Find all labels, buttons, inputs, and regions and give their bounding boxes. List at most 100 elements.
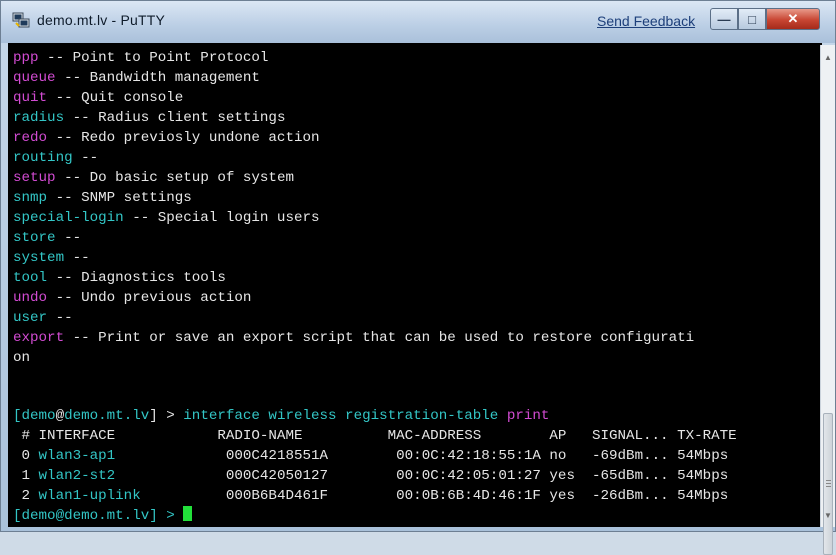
command-name: quit xyxy=(13,90,48,106)
command-description: -- xyxy=(55,230,82,246)
prompt-close: ] > xyxy=(149,408,184,424)
title-bar[interactable]: demo.mt.lv - PuTTY Send Feedback — □ ✕ xyxy=(1,1,835,43)
command-description: -- xyxy=(72,150,99,166)
command-description: -- Undo previous action xyxy=(47,290,252,306)
prompt-user: demo xyxy=(21,408,56,424)
command-name: tool xyxy=(13,270,48,286)
scroll-up-icon[interactable]: ▲ xyxy=(824,53,832,62)
grip-icon xyxy=(826,483,831,484)
interface-name: wlan1-uplink xyxy=(38,488,141,504)
command-description: -- SNMP settings xyxy=(47,190,192,206)
command-name: snmp xyxy=(13,190,48,206)
command-name: user xyxy=(13,310,48,326)
entered-command: interface wireless registration-table xyxy=(183,408,499,424)
mac-address: 00:0B:6B:4D:46:1F xyxy=(396,488,541,504)
putty-icon xyxy=(12,12,30,28)
maximize-button[interactable]: □ xyxy=(738,8,766,30)
mac-address: 00:0C:42:05:01:27 xyxy=(396,468,541,484)
command-name: undo xyxy=(13,290,48,306)
window-title: demo.mt.lv - PuTTY xyxy=(37,12,166,28)
close-icon: ✕ xyxy=(787,11,799,26)
mac-address: 00:0C:42:18:55:1A xyxy=(396,448,541,464)
radio-name: 000C4218551A xyxy=(225,448,329,464)
command-name: routing xyxy=(13,150,73,166)
command-description: -- Quit console xyxy=(47,90,184,106)
row-number: 1 xyxy=(13,468,31,484)
send-feedback-link[interactable]: Send Feedback xyxy=(597,13,695,29)
help-line: system -- xyxy=(13,248,90,268)
terminal-screen[interactable]: ppp -- Point to Point Protocol queue -- … xyxy=(9,45,820,525)
signal-value: -69dBm... xyxy=(592,448,669,464)
command-description: -- xyxy=(47,310,73,326)
tx-rate: 54Mbps xyxy=(677,468,729,484)
help-line: ppp -- Point to Point Protocol xyxy=(13,48,268,68)
entered-command-verb: print xyxy=(506,408,550,424)
help-line: store -- xyxy=(13,228,81,248)
command-description: -- Diagnostics tools xyxy=(47,270,226,286)
table-row: 1 wlan2-st2 000C42050127 00:0C:42:05:01:… xyxy=(13,466,729,486)
vertical-scrollbar[interactable]: ▲ ▼ xyxy=(820,45,835,555)
signal-value: -65dBm... xyxy=(592,468,669,484)
prompt-host: demo.mt.lv xyxy=(64,408,150,424)
command-name: system xyxy=(13,250,65,266)
command-description: -- Do basic setup of system xyxy=(55,170,294,186)
ap-flag: yes xyxy=(549,468,575,484)
prompt-at: @ xyxy=(55,408,65,424)
scrollbar-thumb[interactable] xyxy=(823,413,833,555)
command-prompt-line: [demo@demo.mt.lv] > interface wireless r… xyxy=(13,406,549,426)
help-line: special-login -- Special login users xyxy=(13,208,320,228)
tx-rate: 54Mbps xyxy=(677,448,729,464)
interface-name: wlan3-ap1 xyxy=(38,448,116,464)
maximize-icon: □ xyxy=(748,11,756,27)
command-description: -- Special login users xyxy=(123,210,320,226)
command-name: special-login xyxy=(13,210,124,226)
command-name: ppp xyxy=(13,50,39,66)
text-cursor xyxy=(183,506,193,521)
row-number: 0 xyxy=(13,448,31,464)
command-name: redo xyxy=(13,130,48,146)
command-description: -- xyxy=(64,250,90,266)
command-name: radius xyxy=(13,110,65,126)
table-row: 2 wlan1-uplink 000B6B4D461F 00:0B:6B:4D:… xyxy=(13,486,729,506)
active-prompt-line[interactable]: [demo@demo.mt.lv] > xyxy=(13,506,193,525)
help-line: export -- Print or save an export script… xyxy=(13,328,694,348)
interface-name: wlan2-st2 xyxy=(38,468,116,484)
ap-flag: no xyxy=(549,448,567,464)
tx-rate: 54Mbps xyxy=(677,488,729,504)
grip-icon xyxy=(826,486,831,487)
command-name: queue xyxy=(13,70,56,86)
active-prompt: [demo@demo.mt.lv] > xyxy=(13,508,184,524)
radio-name: 000B6B4D461F xyxy=(225,488,329,504)
command-name: export xyxy=(13,330,65,346)
grip-icon xyxy=(826,480,831,481)
signal-value: -26dBm... xyxy=(592,488,669,504)
help-line: user -- xyxy=(13,308,73,328)
command-name: setup xyxy=(13,170,56,186)
radio-name: 000C42050127 xyxy=(225,468,329,484)
help-line: snmp -- SNMP settings xyxy=(13,188,192,208)
command-description: -- Bandwidth management xyxy=(55,70,260,86)
scroll-down-icon[interactable]: ▼ xyxy=(824,511,832,520)
command-description: -- Redo previosly undone action xyxy=(47,130,320,146)
help-line: radius -- Radius client settings xyxy=(13,108,285,128)
table-header: # INTERFACE RADIO-NAME MAC-ADDRESS AP SI… xyxy=(13,428,737,444)
help-line: redo -- Redo previosly undone action xyxy=(13,128,320,148)
help-line: tool -- Diagnostics tools xyxy=(13,268,226,288)
help-line: setup -- Do basic setup of system xyxy=(13,168,294,188)
prompt-open-bracket: [ xyxy=(13,408,22,424)
wrapped-text-line: on xyxy=(13,350,31,366)
help-line: quit -- Quit console xyxy=(13,88,183,108)
row-number: 2 xyxy=(13,488,31,504)
help-line: routing -- xyxy=(13,148,98,168)
command-description: -- Radius client settings xyxy=(64,110,286,126)
help-line: queue -- Bandwidth management xyxy=(13,68,260,88)
close-button[interactable]: ✕ xyxy=(766,8,820,30)
command-description: -- Print or save an export script that c… xyxy=(64,330,695,346)
table-row: 0 wlan3-ap1 000C4218551A 00:0C:42:18:55:… xyxy=(13,446,729,466)
minimize-icon: — xyxy=(717,11,731,27)
ap-flag: yes xyxy=(549,488,575,504)
help-line: undo -- Undo previous action xyxy=(13,288,251,308)
putty-window: demo.mt.lv - PuTTY Send Feedback — □ ✕ p… xyxy=(0,0,836,555)
minimize-button[interactable]: — xyxy=(710,8,738,30)
command-description: -- Point to Point Protocol xyxy=(38,50,269,66)
